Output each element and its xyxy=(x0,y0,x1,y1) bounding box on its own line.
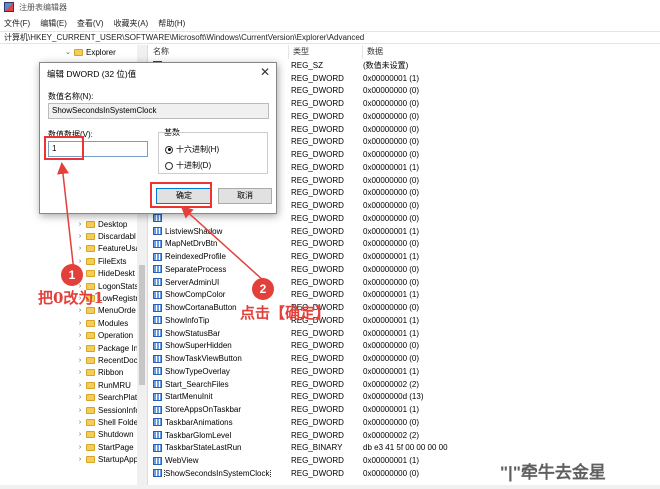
watermark: "|"牵牛去金星 xyxy=(500,463,606,482)
step-1-text: 把0改为1 xyxy=(38,289,104,307)
step-1-badge: 1 xyxy=(61,264,83,286)
arrow-to-ok xyxy=(180,205,265,282)
status-bar xyxy=(0,485,660,489)
registry-editor-window: 注册表编辑器 文件(F) 编辑(E) 查看(V) 收藏夹(A) 帮助(H) 计算机\HK… xyxy=(0,0,660,489)
step-2-badge: 2 xyxy=(252,278,274,300)
arrow-to-value xyxy=(57,162,75,273)
step-2-text: 点击【确定】 xyxy=(240,304,331,322)
annotation-arrows xyxy=(57,162,265,282)
